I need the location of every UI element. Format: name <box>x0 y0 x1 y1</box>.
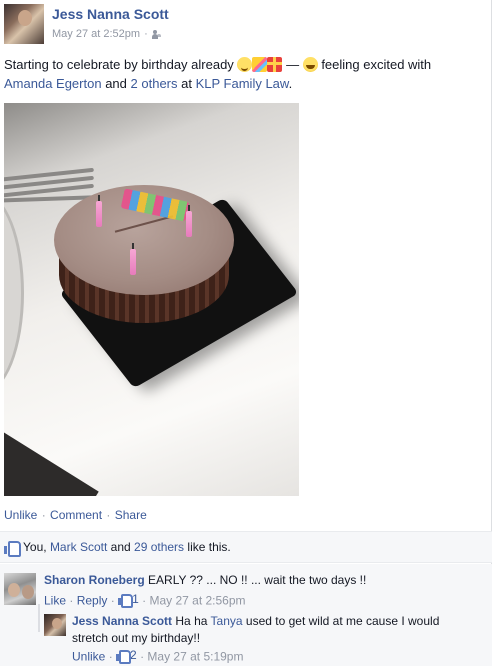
thumbs-up-icon <box>118 593 134 608</box>
candle <box>96 195 102 227</box>
comment: Sharon Roneberg EARLY ?? ... NO !! ... w… <box>0 564 492 614</box>
separator: · <box>69 593 74 608</box>
likes-suffix: like this. <box>187 540 231 554</box>
period-text: . <box>288 76 293 91</box>
party-popper-emoji-icon <box>252 57 268 72</box>
comment-body: Sharon Roneberg EARLY ?? ... NO !! ... w… <box>44 572 484 589</box>
share-link[interactable]: Share <box>115 508 147 522</box>
likes-and: and <box>110 540 131 554</box>
tagged-person-link[interactable]: Amanda Egerton <box>4 76 102 91</box>
tagged-others-link[interactable]: 2 others <box>131 76 178 91</box>
commenter-avatar[interactable] <box>44 614 66 636</box>
comment-timestamp[interactable]: May 27 at 5:19pm <box>147 650 243 664</box>
comments-section: Sharon Roneberg EARLY ?? ... NO !! ... w… <box>0 564 492 666</box>
comment-like-count[interactable]: 2 <box>116 648 137 664</box>
comment-text: EARLY ?? ... NO !! ... wait the two days… <box>148 573 367 587</box>
like-count-value: 1 <box>132 592 139 606</box>
likes-you: You, <box>23 540 47 554</box>
gift-emoji-icon <box>267 57 283 72</box>
post-status-text: Starting to celebrate by birthday alread… <box>4 55 484 93</box>
comment-meta: Unlike · 2 · May 27 at 5:19pm <box>72 648 243 664</box>
author-avatar[interactable] <box>4 4 44 44</box>
comment-unlike-link[interactable]: Unlike <box>72 650 105 664</box>
status-dash: — <box>286 57 300 72</box>
separator: · <box>106 508 111 522</box>
at-text: at <box>181 76 192 91</box>
post-header: Jess Nanna Scott May 27 at 2:52pm · <box>4 4 484 46</box>
commenter-name-link[interactable]: Jess Nanna Scott <box>72 614 172 628</box>
feeling-text: feeling excited with <box>321 57 432 72</box>
liker-link[interactable]: Mark Scott <box>50 540 107 554</box>
post-meta: May 27 at 2:52pm · <box>52 28 163 40</box>
separator: · <box>108 649 113 664</box>
separator: · <box>140 649 145 664</box>
grin-emoji-icon <box>237 57 253 72</box>
mention-link[interactable]: Tanya <box>211 614 243 628</box>
candle <box>130 243 136 275</box>
likers-others-link[interactable]: 29 others <box>134 540 184 554</box>
birthday-cake-photo[interactable] <box>4 103 299 496</box>
comment-link[interactable]: Comment <box>50 508 102 522</box>
unlike-link[interactable]: Unlike <box>4 508 37 522</box>
comment-like-count[interactable]: 1 <box>118 592 139 608</box>
comment-body: Jess Nanna Scott Ha ha Tanya used to get… <box>72 613 462 647</box>
comment-like-link[interactable]: Like <box>44 594 66 608</box>
thumbs-up-icon <box>116 649 132 664</box>
comment-meta: Like · Reply · 1 · May 27 at 2:56pm <box>44 592 246 608</box>
separator: · <box>142 593 147 608</box>
friends-icon[interactable] <box>151 29 163 39</box>
separator: · <box>110 593 115 608</box>
comment-timestamp[interactable]: May 27 at 2:56pm <box>149 594 245 608</box>
comment-text: Ha ha <box>175 614 208 628</box>
status-text: Starting to celebrate by birthday alread… <box>4 57 234 72</box>
commenter-name-link[interactable]: Sharon Roneberg <box>44 573 145 587</box>
candle <box>186 205 192 237</box>
and-text: and <box>105 76 127 91</box>
separator: · <box>41 508 46 522</box>
post-timestamp-link[interactable]: May 27 at 2:52pm <box>52 28 140 40</box>
news-feed-post: Jess Nanna Scott May 27 at 2:52pm · Star… <box>0 0 492 666</box>
excited-emoji-icon <box>302 57 318 72</box>
place-link[interactable]: KLP Family Law <box>196 76 289 91</box>
author-name-link[interactable]: Jess Nanna Scott <box>52 6 169 22</box>
likes-summary: You, Mark Scott and 29 others like this. <box>0 531 492 563</box>
post-actions: Unlike · Comment · Share <box>4 508 147 522</box>
reply-comment: Jess Nanna Scott Ha ha Tanya used to get… <box>0 610 492 666</box>
thumbs-up-icon <box>4 540 21 557</box>
like-count-value: 2 <box>130 648 137 662</box>
comment-reply-link[interactable]: Reply <box>77 594 108 608</box>
meta-separator: · <box>144 28 148 40</box>
commenter-avatar[interactable] <box>4 573 36 605</box>
